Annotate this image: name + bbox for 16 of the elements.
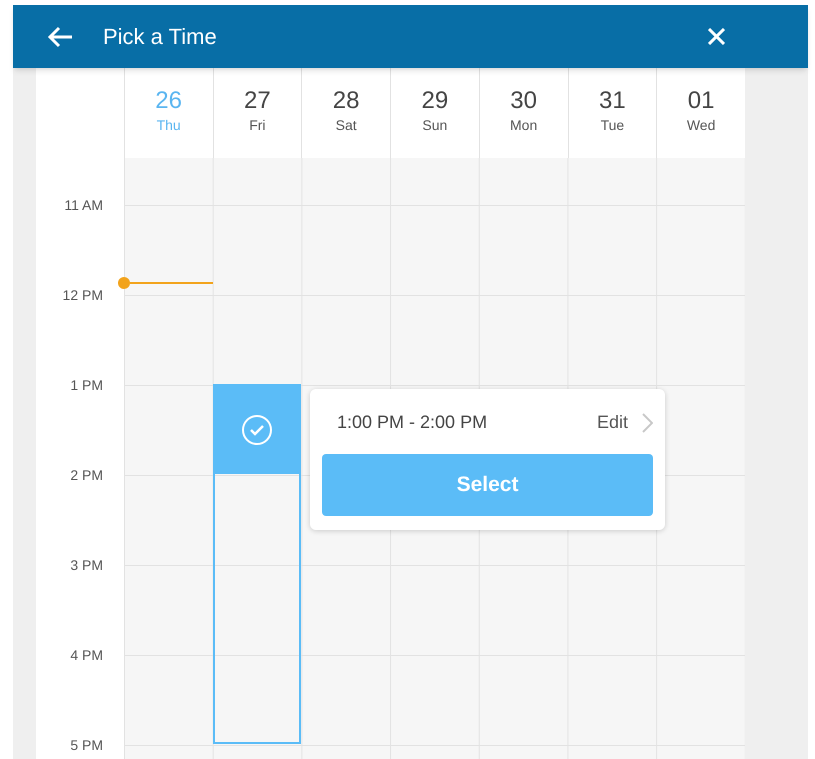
- hour-label: 2 PM: [70, 466, 103, 484]
- chevron-right-icon: [642, 412, 653, 432]
- hour-label: 1 PM: [70, 376, 103, 394]
- hour-label: 5 PM: [70, 736, 103, 754]
- day-header[interactable]: 31 Tue: [568, 68, 656, 158]
- day-header[interactable]: 27 Fri: [212, 68, 302, 158]
- check-circle-icon: [241, 414, 273, 446]
- hour-label: 11 AM: [64, 196, 103, 214]
- header-title: Pick a Time: [103, 23, 217, 51]
- edit-link[interactable]: Edit: [596, 409, 653, 436]
- hour-label: 4 PM: [70, 646, 103, 664]
- back-icon[interactable]: [46, 24, 74, 48]
- hour-label: 3 PM: [70, 556, 103, 574]
- close-icon[interactable]: [708, 28, 725, 45]
- hour-label: 12 PM: [62, 286, 103, 304]
- time-range: 1:00 PM - 2:00 PM: [337, 411, 488, 434]
